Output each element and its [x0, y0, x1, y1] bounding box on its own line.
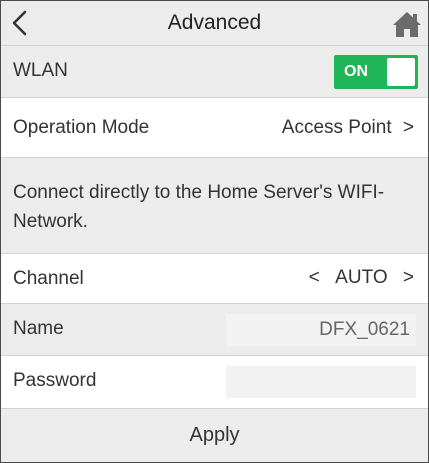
channel-value: AUTO	[335, 267, 388, 288]
password-label: Password	[13, 370, 97, 391]
chevron-right-icon: >	[402, 117, 414, 138]
toggle-knob	[387, 58, 415, 86]
wlan-toggle[interactable]: ON	[334, 55, 418, 89]
name-row: Name	[1, 304, 428, 356]
name-label: Name	[13, 318, 64, 339]
password-field[interactable]	[226, 366, 416, 398]
operation-mode-value-group[interactable]: Access Point >	[282, 117, 414, 139]
name-field[interactable]	[226, 314, 416, 346]
channel-row: Channel < AUTO >	[1, 254, 428, 304]
advanced-screen: Advanced WLAN ON Operation Mode Access P…	[0, 0, 429, 463]
page-title: Advanced	[167, 11, 262, 34]
password-row: Password	[1, 356, 428, 409]
channel-selector: < AUTO >	[309, 267, 414, 289]
header-bar: Advanced	[1, 1, 428, 46]
description-row: Connect directly to the Home Server's WI…	[1, 158, 428, 254]
operation-mode-row[interactable]: Operation Mode Access Point >	[1, 98, 428, 158]
channel-prev-button[interactable]: <	[309, 267, 320, 289]
wlan-row: WLAN ON	[1, 46, 428, 98]
mode-description: Connect directly to the Home Server's WI…	[13, 182, 385, 232]
wlan-label: WLAN	[13, 60, 68, 81]
toggle-state-text: ON	[344, 63, 368, 80]
operation-mode-label: Operation Mode	[13, 117, 150, 138]
channel-label: Channel	[13, 268, 84, 289]
channel-next-button[interactable]: >	[403, 267, 414, 289]
apply-button[interactable]: Apply	[1, 409, 428, 462]
home-icon[interactable]	[392, 10, 422, 38]
operation-mode-value: Access Point	[281, 117, 392, 138]
